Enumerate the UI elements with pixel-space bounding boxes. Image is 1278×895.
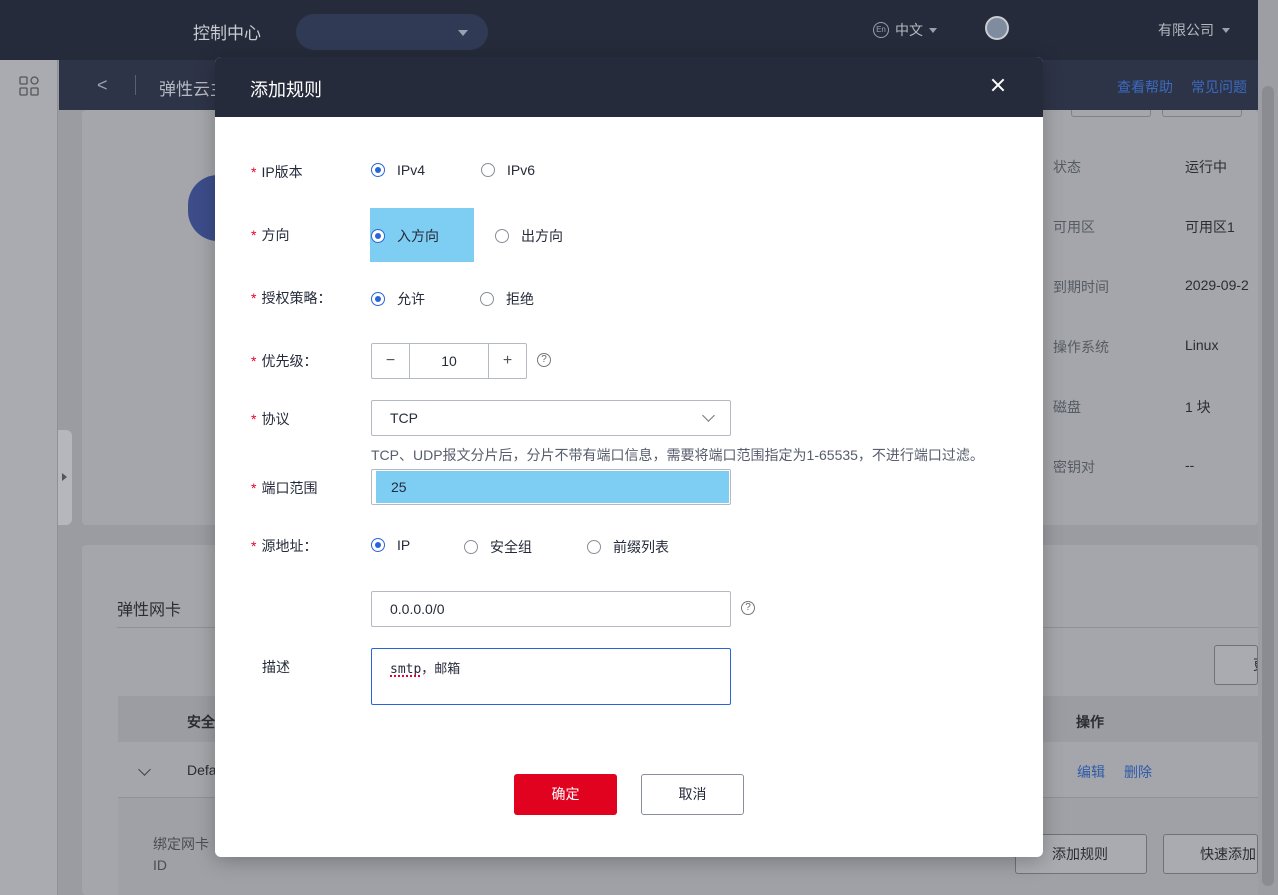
bind-nic-label: 绑定网卡 <box>153 836 209 852</box>
dialog-title: 添加规则 <box>250 80 322 100</box>
page-scrollbar[interactable] <box>1258 0 1278 895</box>
increment-button[interactable]: + <box>489 344 526 378</box>
port-range-label: * 端口范围 <box>251 480 318 496</box>
bind-nic-id-label: ID <box>153 857 167 873</box>
priority-input[interactable]: 10 <box>409 344 489 378</box>
radio-indicator <box>587 540 601 554</box>
spellcheck-underline <box>390 674 420 677</box>
table-cell: Defa <box>187 762 217 778</box>
port-range-value: 25 <box>391 479 407 495</box>
radio-source-prefix-list[interactable]: 前缀列表 <box>587 537 669 557</box>
radio-indicator <box>371 538 385 552</box>
info-key: 密钥对 <box>1053 459 1095 475</box>
dialog-header: 添加规则 <box>215 57 1043 117</box>
edit-link[interactable]: 编辑 <box>1077 762 1105 782</box>
info-value: -- <box>1185 457 1195 473</box>
source-address-input[interactable]: 0.0.0.0/0 <box>371 591 731 627</box>
account-menu[interactable]: 有限公司 <box>1158 20 1230 40</box>
cancel-button[interactable]: 取消 <box>641 774 744 815</box>
radio-indicator <box>371 229 385 243</box>
priority-label: * 优先级： <box>251 353 318 369</box>
apps-grid-icon[interactable] <box>19 76 39 96</box>
source-label: * 源地址： <box>251 538 318 554</box>
radio-indicator <box>480 292 494 306</box>
radio-allow[interactable]: 允许 <box>371 289 425 309</box>
description-textarea[interactable]: smtp，邮箱 <box>371 648 731 705</box>
chevron-down-icon <box>458 30 468 36</box>
column-header-security: 安全 <box>187 714 215 730</box>
radio-ipv6[interactable]: IPv6 <box>481 162 535 178</box>
left-rail <box>0 60 58 895</box>
radio-deny[interactable]: 拒绝 <box>480 289 534 309</box>
info-key: 状态 <box>1053 159 1081 175</box>
divider <box>135 75 136 95</box>
help-link[interactable]: 查看帮助 <box>1117 77 1173 97</box>
language-switcher[interactable]: En 中文 <box>873 20 937 40</box>
protocol-value: TCP <box>390 410 418 426</box>
toolbar-button[interactable] <box>1071 110 1151 117</box>
radio-source-security-group[interactable]: 安全组 <box>464 537 532 557</box>
radio-outbound[interactable]: 出方向 <box>495 226 563 246</box>
caret-down-icon <box>929 27 937 33</box>
port-range-input[interactable]: 25 <box>371 469 731 505</box>
region-selector[interactable] <box>296 14 488 50</box>
delete-link[interactable]: 删除 <box>1124 762 1152 782</box>
priority-stepper: − 10 + <box>371 343 527 379</box>
info-key: 操作系统 <box>1053 339 1109 355</box>
radio-indicator <box>371 292 385 306</box>
info-key: 到期时间 <box>1053 279 1109 295</box>
company-name: 有限公司 <box>1158 22 1214 38</box>
chevron-down-icon <box>702 409 715 422</box>
radio-indicator <box>371 163 385 177</box>
radio-source-ip[interactable]: IP <box>371 537 410 553</box>
radio-ipv4[interactable]: IPv4 <box>371 162 425 178</box>
info-key: 可用区 <box>1053 219 1095 235</box>
quick-add-button[interactable]: 快速添加 <box>1163 834 1258 874</box>
column-header-ops: 操作 <box>1076 714 1104 730</box>
protocol-label: * 协议 <box>251 411 290 427</box>
console-title[interactable]: 控制中心 <box>193 19 261 44</box>
ip-version-label: * IP版本 <box>251 164 303 180</box>
description-label: 描述 <box>262 659 290 675</box>
decrement-button[interactable]: − <box>372 344 409 378</box>
nic-action-button[interactable]: 更 <box>1214 645 1258 685</box>
faq-link[interactable]: 常见问题 <box>1191 77 1247 97</box>
direction-label: * 方向 <box>251 227 290 243</box>
chevron-right-icon <box>62 473 67 481</box>
language-icon: En <box>873 22 889 38</box>
info-value: 运行中 <box>1185 159 1227 175</box>
radio-indicator <box>464 540 478 554</box>
language-label: 中文 <box>895 22 923 38</box>
top-nav-bar: 控制中心 En 中文 有限公司 <box>0 0 1258 60</box>
toolbar-button[interactable] <box>1162 110 1242 117</box>
radio-inbound[interactable]: 入方向 <box>371 226 439 246</box>
policy-label: * 授权策略： <box>251 290 332 306</box>
info-value: 2029-09-2 <box>1185 277 1249 293</box>
info-value: 1 块 <box>1185 399 1211 415</box>
caret-down-icon <box>1222 27 1230 33</box>
info-value: Linux <box>1185 337 1219 353</box>
back-arrow-icon[interactable]: < <box>97 75 108 96</box>
scrollbar-thumb[interactable] <box>1262 86 1274 886</box>
close-icon[interactable] <box>988 75 1008 95</box>
text-selection-highlight <box>376 471 729 503</box>
sidebar-expand-handle[interactable] <box>58 430 72 525</box>
add-rule-dialog: 添加规则 * IP版本 IPv4 IPv6 * 方向 入方向 出方向 * 授权策略： … <box>215 57 1043 857</box>
help-icon[interactable]: ? <box>741 601 755 615</box>
info-key: 磁盘 <box>1053 399 1081 415</box>
section-title: 弹性网卡 <box>117 602 182 619</box>
protocol-select[interactable]: TCP <box>371 400 731 436</box>
info-value: 可用区1 <box>1185 219 1235 235</box>
radio-indicator <box>481 163 495 177</box>
protocol-hint: TCP、UDP报文分片后，分片不带有端口信息，需要将端口范围指定为1-65535… <box>371 447 984 463</box>
help-icon[interactable]: ? <box>537 353 551 367</box>
radio-indicator <box>495 229 509 243</box>
avatar[interactable] <box>985 16 1009 40</box>
confirm-button[interactable]: 确定 <box>514 774 617 815</box>
source-address-value: 0.0.0.0/0 <box>390 601 445 617</box>
